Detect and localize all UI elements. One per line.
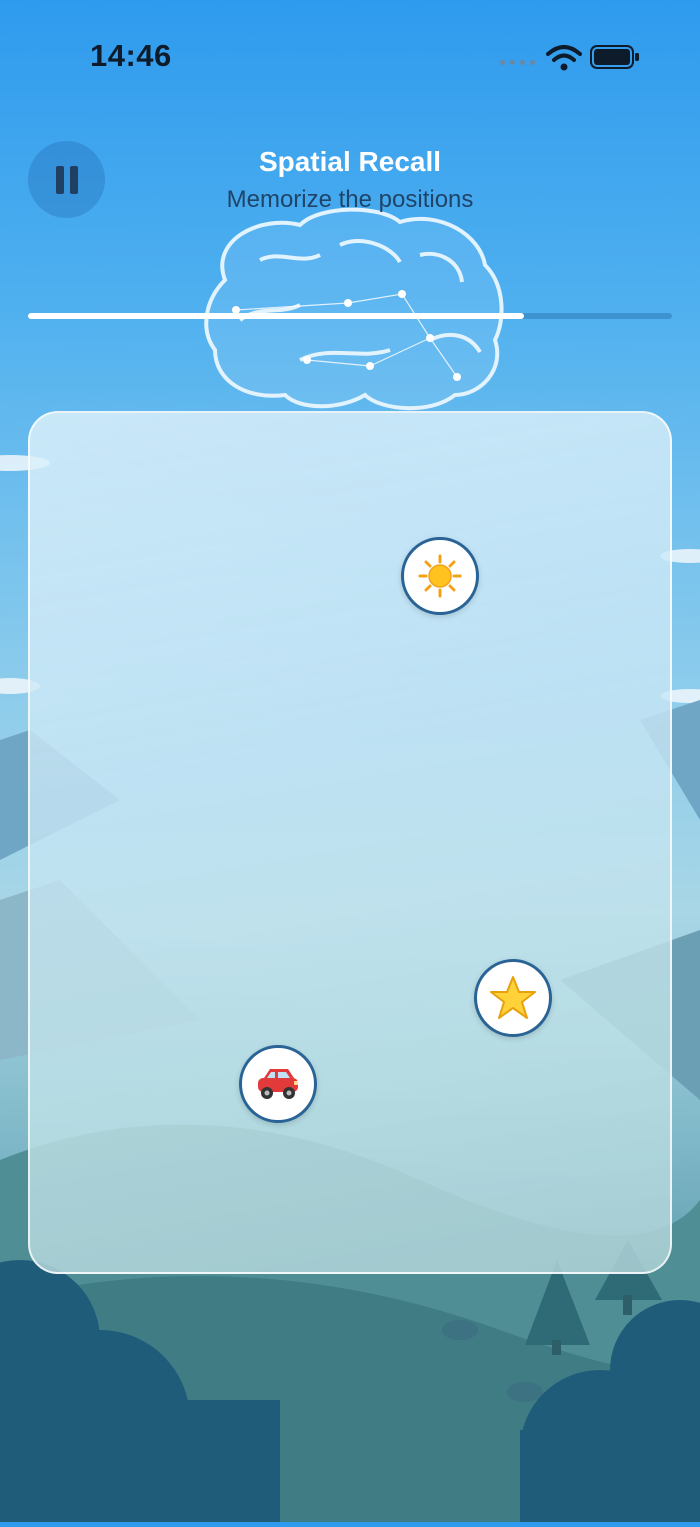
progress-bar: [28, 313, 672, 319]
game-board[interactable]: [28, 411, 672, 1274]
battery-icon: [590, 45, 639, 69]
sun-icon: [418, 554, 462, 598]
token-car[interactable]: [239, 1045, 317, 1123]
status-bar: 14:46: [0, 0, 700, 110]
page-subtitle: Memorize the positions: [226, 186, 474, 213]
star-icon: [490, 976, 536, 1019]
cellular-signal-icon: [500, 60, 535, 65]
wifi-icon: [546, 45, 582, 71]
status-time: 14:46: [90, 38, 172, 73]
car-icon: [258, 1069, 298, 1099]
token-star[interactable]: [474, 959, 552, 1037]
token-sun[interactable]: [401, 537, 479, 615]
page-title: Spatial Recall: [258, 146, 442, 177]
progress-fill: [28, 313, 524, 319]
